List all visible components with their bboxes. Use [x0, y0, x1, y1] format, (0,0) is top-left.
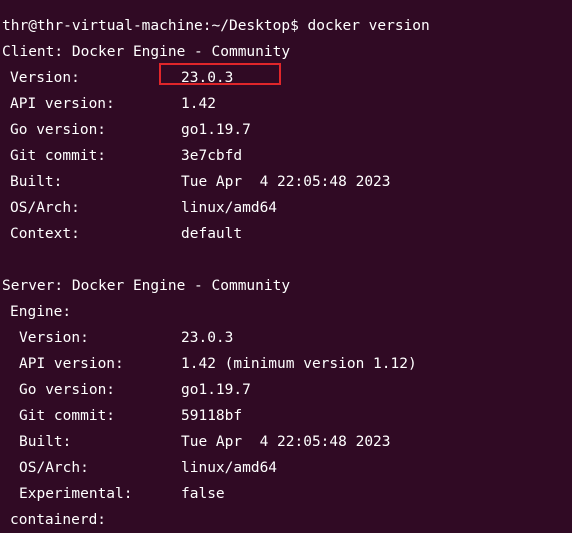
- client-context-key: Context:: [10, 226, 80, 242]
- engine-label-row: Engine:: [2, 299, 71, 325]
- server-git-commit-key: Git commit:: [19, 408, 116, 424]
- client-os-arch-row: OS/Arch: linux/amd64: [2, 195, 277, 221]
- server-experimental-value: false: [181, 486, 225, 502]
- server-experimental-key: Experimental:: [19, 486, 133, 502]
- client-api-version-key: API version:: [10, 96, 115, 112]
- server-version-row: Version: 23.0.3: [2, 325, 233, 351]
- client-os-arch-value: linux/amd64: [181, 200, 278, 216]
- client-version-row: Version: 23.0.3: [2, 65, 233, 91]
- client-header: Client: Docker Engine - Community: [2, 44, 291, 60]
- server-go-version-value: go1.19.7: [181, 382, 251, 398]
- containerd-label-row: containerd:: [2, 507, 106, 533]
- server-built-value: Tue Apr 4 22:05:48 2023: [181, 434, 391, 450]
- client-context-row: Context: default: [2, 221, 242, 247]
- client-api-version-value: 1.42: [181, 96, 216, 112]
- client-os-arch-key: OS/Arch:: [10, 200, 80, 216]
- client-git-commit-key: Git commit:: [10, 148, 107, 164]
- server-experimental-row: Experimental: false: [2, 481, 225, 507]
- client-git-commit-row: Git commit: 3e7cbfd: [2, 143, 242, 169]
- containerd-label: containerd:: [10, 512, 107, 528]
- client-go-version-value: go1.19.7: [181, 122, 251, 138]
- terminal-window[interactable]: thr@thr-virtual-machine:~/Desktop$ docke…: [0, 0, 572, 533]
- server-version-key: Version:: [19, 330, 89, 346]
- server-version-value: 23.0.3: [181, 330, 234, 346]
- client-built-row: Built: Tue Apr 4 22:05:48 2023: [2, 169, 391, 195]
- client-go-version-key: Go version:: [10, 122, 107, 138]
- server-header: Server: Docker Engine - Community: [2, 278, 291, 294]
- command-prompt-line: thr@thr-virtual-machine:~/Desktop$ docke…: [2, 18, 430, 34]
- server-go-version-row: Go version: go1.19.7: [2, 377, 251, 403]
- server-os-arch-row: OS/Arch: linux/amd64: [2, 455, 277, 481]
- client-context-value: default: [181, 226, 243, 242]
- server-api-version-value: 1.42 (minimum version 1.12): [181, 356, 417, 372]
- client-version-key: Version:: [10, 70, 80, 86]
- server-built-key: Built:: [19, 434, 72, 450]
- client-go-version-row: Go version: go1.19.7: [2, 117, 251, 143]
- server-os-arch-value: linux/amd64: [181, 460, 278, 476]
- server-api-version-row: API version: 1.42 (minimum version 1.12): [2, 351, 417, 377]
- server-built-row: Built: Tue Apr 4 22:05:48 2023: [2, 429, 391, 455]
- server-go-version-key: Go version:: [19, 382, 116, 398]
- server-os-arch-key: OS/Arch:: [19, 460, 89, 476]
- client-built-key: Built:: [10, 174, 63, 190]
- client-built-value: Tue Apr 4 22:05:48 2023: [181, 174, 391, 190]
- client-git-commit-value: 3e7cbfd: [181, 148, 243, 164]
- server-git-commit-value: 59118bf: [181, 408, 243, 424]
- engine-label: Engine:: [10, 304, 72, 320]
- server-git-commit-row: Git commit: 59118bf: [2, 403, 242, 429]
- server-api-version-key: API version:: [19, 356, 124, 372]
- version-highlight-box: [159, 63, 281, 85]
- client-api-version-row: API version: 1.42: [2, 91, 216, 117]
